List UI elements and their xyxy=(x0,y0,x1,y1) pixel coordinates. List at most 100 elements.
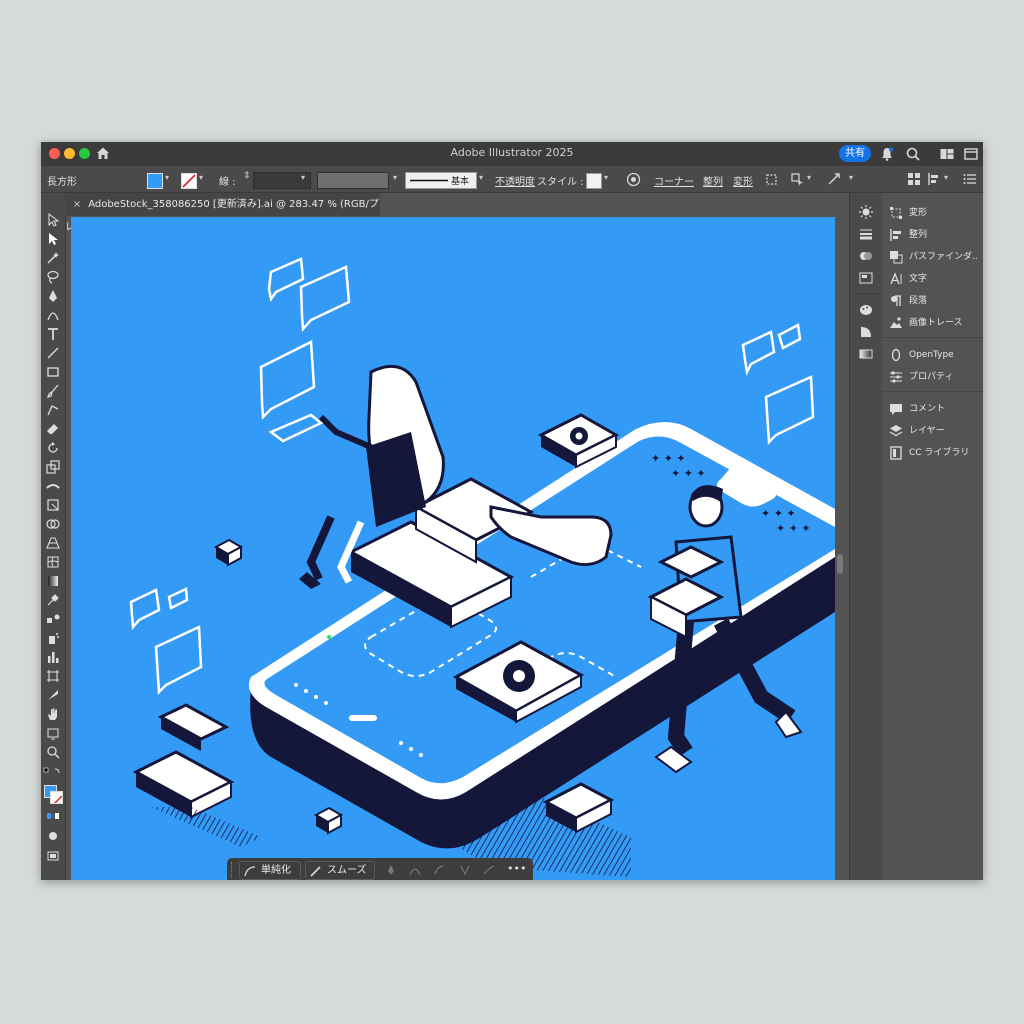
chevron-down-icon[interactable]: ▾ xyxy=(807,173,811,182)
shaper-tool-icon[interactable] xyxy=(46,403,60,417)
stroke-weight-stepper-icon[interactable]: ⇕ xyxy=(243,171,251,181)
panel-item-paragraph[interactable]: 段落 xyxy=(882,291,983,311)
hand-tool-icon[interactable] xyxy=(46,707,60,721)
stroke-indicator-swatch[interactable] xyxy=(50,791,63,804)
more-options-icon[interactable]: ••• xyxy=(507,862,526,875)
screen-mode-icon[interactable] xyxy=(46,849,60,863)
chevron-down-icon[interactable]: ▾ xyxy=(604,173,608,182)
type-tool-icon[interactable] xyxy=(46,327,60,341)
anchor-disabled-icon[interactable] xyxy=(433,864,445,876)
fill-color-swatch[interactable] xyxy=(147,173,163,189)
notifications-bell-icon[interactable] xyxy=(879,146,895,162)
recolor-artwork-icon[interactable] xyxy=(626,172,641,187)
chevron-down-icon[interactable]: ▾ xyxy=(199,173,203,182)
brightness-icon[interactable] xyxy=(859,205,873,219)
drag-handle[interactable] xyxy=(231,862,235,878)
print-tiling-tool-icon[interactable] xyxy=(46,726,60,740)
mesh-tool-icon[interactable] xyxy=(46,555,60,569)
rectangle-tool-icon[interactable] xyxy=(46,365,60,379)
simplify-label: 単純化 xyxy=(261,865,291,876)
artboard-canvas[interactable]: ✦ ✦ ✦ ✦ ✦ ✦ ✦ ✦ ✦ ✦ ✦ ✦ xyxy=(71,217,835,880)
curvature-disabled-icon[interactable] xyxy=(409,864,421,876)
panel-item-comments[interactable]: コメント xyxy=(882,399,983,419)
panel-item-layers[interactable]: レイヤー xyxy=(882,421,983,441)
slice-tool-icon[interactable] xyxy=(46,688,60,702)
smooth-button[interactable]: スムーズ xyxy=(305,861,375,880)
eraser-tool-icon[interactable] xyxy=(46,422,60,436)
free-transform-tool-icon[interactable] xyxy=(46,498,60,512)
search-icon[interactable] xyxy=(905,146,921,162)
color-guide-icon[interactable] xyxy=(859,325,873,339)
panel-item-character[interactable]: 文字 xyxy=(882,269,983,289)
scale-tool-icon[interactable] xyxy=(46,460,60,474)
panel-item-pathfinder[interactable]: パスファインダ.. xyxy=(882,247,983,267)
chevron-down-icon[interactable]: ▾ xyxy=(301,173,305,182)
appearance-icon[interactable] xyxy=(859,271,873,285)
join-disabled-icon[interactable] xyxy=(483,864,495,876)
color-palette-icon[interactable] xyxy=(859,303,873,317)
width-tool-icon[interactable] xyxy=(46,479,60,493)
panel-item-align[interactable]: 整列 xyxy=(882,225,983,245)
share-button[interactable]: 共有 xyxy=(839,145,871,162)
column-graph-tool-icon[interactable] xyxy=(46,650,60,664)
panel-item-properties[interactable]: プロパティ xyxy=(882,367,983,387)
canvas-scrollbar-thumb[interactable] xyxy=(837,554,843,574)
chevron-down-icon[interactable]: ▾ xyxy=(849,173,853,182)
align-to-icon[interactable] xyxy=(927,172,941,186)
brush-definition-dropdown[interactable]: 基本 xyxy=(405,172,477,189)
stroke-panel-icon[interactable] xyxy=(859,227,873,241)
panel-options-icon[interactable] xyxy=(963,172,977,186)
gradient-panel-icon[interactable] xyxy=(859,347,873,361)
rotate-tool-icon[interactable] xyxy=(46,441,60,455)
color-mode-icon[interactable] xyxy=(46,809,60,823)
eyedropper-tool-icon[interactable] xyxy=(46,593,60,607)
pen-tool-icon[interactable] xyxy=(46,289,60,303)
simplify-button[interactable]: 単純化 xyxy=(239,861,301,880)
stacked-blocks xyxy=(132,703,261,847)
document-tab[interactable]: × AdobeStock_358086250 [更新済み].ai @ 283.4… xyxy=(65,193,380,233)
gradient-tool-icon[interactable] xyxy=(46,574,60,588)
isolate-selected-icon[interactable] xyxy=(764,172,779,187)
draw-mode-icon[interactable] xyxy=(46,829,60,843)
zoom-tool-icon[interactable] xyxy=(46,745,60,759)
close-document-icon[interactable]: × xyxy=(69,193,85,216)
convert-anchor-disabled-icon[interactable] xyxy=(459,864,471,876)
chevron-down-icon[interactable]: ▾ xyxy=(165,173,169,182)
anchor-point-marker xyxy=(327,635,331,639)
blend-tool-icon[interactable] xyxy=(46,612,60,626)
stroke-color-swatch[interactable] xyxy=(181,173,197,189)
selection-tool-icon[interactable] xyxy=(46,213,60,227)
corner-link[interactable]: コーナー xyxy=(654,173,694,188)
workspace-switcher-icon[interactable] xyxy=(939,146,955,162)
chevron-down-icon[interactable]: ▾ xyxy=(393,173,397,182)
arrange-documents-icon[interactable] xyxy=(963,146,979,162)
panel-item-cc-libraries[interactable]: CC ライブラリ xyxy=(882,443,983,463)
arrange-grid-icon[interactable] xyxy=(907,172,921,186)
direct-selection-tool-icon[interactable] xyxy=(46,232,60,246)
align-link[interactable]: 整列 xyxy=(703,173,723,188)
puppet-warp-icon[interactable] xyxy=(827,172,842,187)
default-fill-stroke-icon[interactable] xyxy=(43,767,63,787)
line-segment-tool-icon[interactable] xyxy=(46,346,60,360)
lasso-tool-icon[interactable] xyxy=(46,270,60,284)
panel-item-image-trace[interactable]: 画像トレース xyxy=(882,313,983,333)
symbol-sprayer-tool-icon[interactable] xyxy=(46,631,60,645)
curvature-tool-icon[interactable] xyxy=(46,308,60,322)
shape-builder-tool-icon[interactable] xyxy=(46,517,60,531)
magic-wand-tool-icon[interactable] xyxy=(46,251,60,265)
chevron-down-icon[interactable]: ▾ xyxy=(944,173,948,182)
pen-disabled-icon[interactable] xyxy=(385,864,397,876)
panel-item-opentype[interactable]: OpenType xyxy=(882,345,983,365)
paintbrush-tool-icon[interactable] xyxy=(46,384,60,398)
select-similar-icon[interactable] xyxy=(790,172,805,187)
panel-item-transform[interactable]: 変形 xyxy=(882,203,983,223)
artboard-tool-icon[interactable] xyxy=(46,669,60,683)
perspective-grid-tool-icon[interactable] xyxy=(46,536,60,550)
variable-width-profile-dropdown[interactable] xyxy=(317,172,389,189)
transparency-icon[interactable] xyxy=(859,249,873,263)
opacity-link[interactable]: 不透明度 xyxy=(495,173,535,188)
graphic-style-swatch[interactable] xyxy=(586,173,602,189)
transform-link[interactable]: 変形 xyxy=(733,173,753,188)
chevron-down-icon[interactable]: ▾ xyxy=(479,173,483,182)
cc-libraries-icon xyxy=(890,446,902,460)
